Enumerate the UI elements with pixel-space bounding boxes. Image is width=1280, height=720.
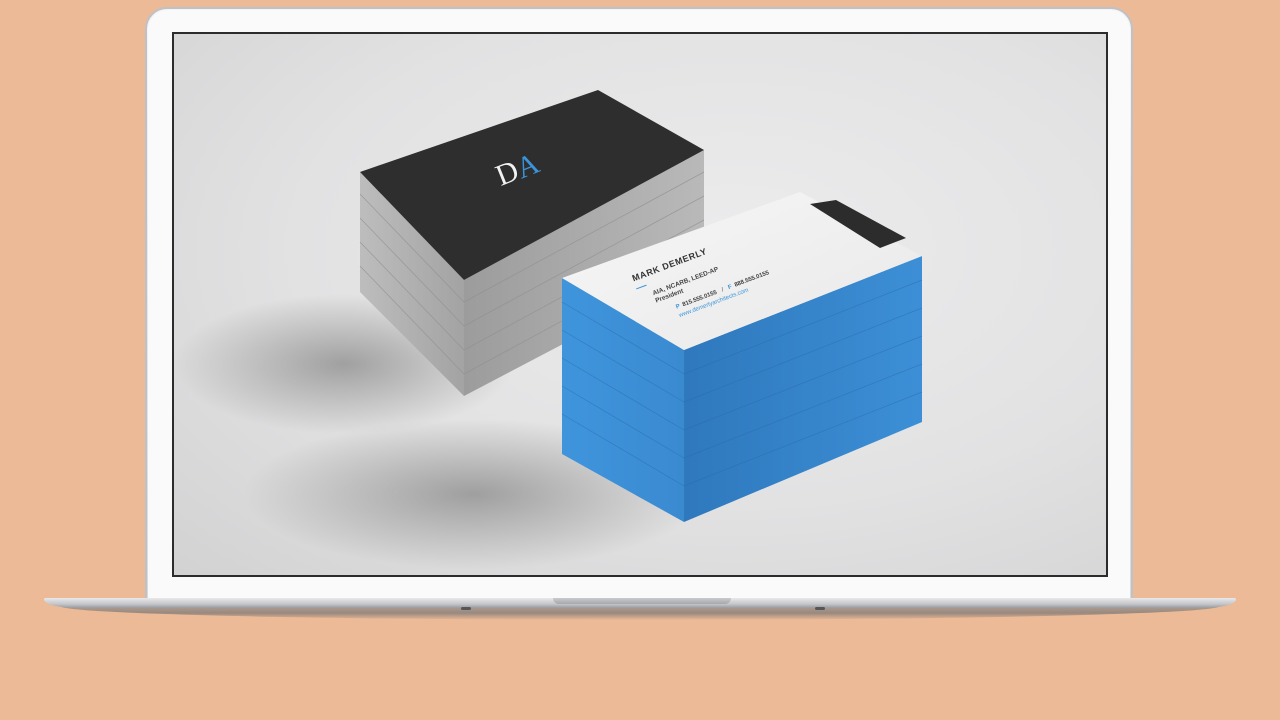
laptop-screen: D A MARK DEMERLY AIA, NCARB, LEED-AP Pre…	[172, 32, 1108, 577]
laptop-open-notch	[553, 598, 731, 604]
laptop-foot-right	[815, 607, 825, 610]
business-card-mockup: D A MARK DEMERLY AIA, NCARB, LEED-AP Pre…	[174, 90, 923, 569]
laptop-base-shadow	[60, 606, 1220, 620]
laptop-foot-left	[461, 607, 471, 610]
